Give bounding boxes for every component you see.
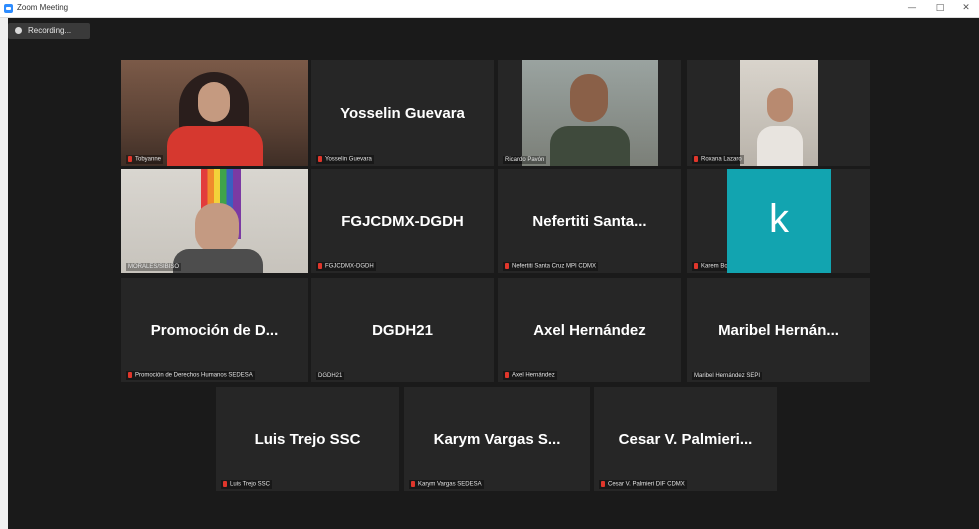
participant-face (195, 203, 239, 253)
participant-face (198, 82, 230, 122)
participant-name-footer: Luis Trejo SSC (221, 480, 273, 489)
mic-muted-icon (505, 372, 509, 379)
participant-name-footer: Karym Vargas SEDESA (409, 480, 484, 489)
participant-name-footer: Yosselin Guevara (316, 155, 374, 164)
participant-clothing (757, 126, 803, 166)
mic-muted-icon (411, 481, 415, 488)
participant-tile[interactable]: Roxana Lazaro (687, 60, 870, 166)
participant-tile[interactable]: Yosselin Guevara Yosselin Guevara (311, 60, 494, 166)
zoom-app-icon (4, 4, 13, 13)
participant-tile[interactable]: Cesar V. Palmieri... Cesar V. Palmieri D… (594, 387, 777, 491)
participant-face (570, 74, 608, 122)
participant-face (767, 88, 793, 122)
recording-label: Recording... (28, 26, 72, 35)
participant-name-footer: Maribel Hernández SEPI (692, 372, 763, 380)
participant-name-footer: Axel Hernández (503, 371, 557, 380)
participant-name-footer: FGJCDMX-DGDH (316, 262, 376, 271)
participant-tile[interactable]: Tobyanne (121, 60, 308, 166)
participant-name-footer: MORALES/SIBISO (126, 263, 182, 271)
mic-muted-icon (128, 156, 132, 163)
participant-tile[interactable]: FGJCDMX-DGDH FGJCDMX-DGDH (311, 169, 494, 273)
participant-tile[interactable]: Maribel Hernán... Maribel Hernández SEPI (687, 278, 870, 382)
mic-muted-icon (318, 156, 322, 163)
participant-name-footer: Tobyanne (126, 155, 164, 164)
participant-display-name: Nefertiti Santa... (532, 212, 647, 230)
participant-name-footer: Roxana Lazaro (692, 155, 744, 164)
participant-display-name: Promoción de D... (150, 321, 279, 339)
participant-tile[interactable]: Axel Hernández Axel Hernández (498, 278, 681, 382)
participant-display-name: Axel Hernández (533, 321, 646, 339)
participant-name-footer: Ricardo Pavón (503, 156, 547, 164)
participant-tile[interactable]: MORALES/SIBISO (121, 169, 308, 273)
record-icon (15, 27, 22, 34)
participant-name-footer: Promoción de Derechos Humanos SEDESA (126, 371, 255, 380)
participant-clothing (167, 126, 263, 166)
participant-display-name: Maribel Hernán... (718, 321, 839, 339)
mic-muted-icon (318, 263, 322, 270)
mic-muted-icon (694, 156, 698, 163)
mic-muted-icon (223, 481, 227, 488)
participant-tile[interactable]: Promoción de D... Promoción de Derechos … (121, 278, 308, 382)
mic-muted-icon (505, 263, 509, 270)
participant-clothing (173, 249, 263, 273)
participant-display-name: Karym Vargas S... (433, 430, 561, 448)
participant-name-footer: Cesar V. Palmieri DIF CDMX (599, 480, 687, 489)
participant-tile[interactable]: DGDH21 DGDH21 (311, 278, 494, 382)
participant-tile[interactable]: Nefertiti Santa... Nefertiti Santa Cruz … (498, 169, 681, 273)
participant-tile[interactable]: Ricardo Pavón (498, 60, 681, 166)
participant-display-name: DGDH21 (372, 321, 433, 339)
participant-name-footer: Nefertiti Santa Cruz MPI CDMX (503, 262, 599, 271)
avatar-initial: k (769, 197, 789, 241)
mic-muted-icon (128, 372, 132, 379)
maximize-icon[interactable]: □ (929, 1, 951, 15)
participant-tile[interactable]: Luis Trejo SSC Luis Trejo SSC (216, 387, 399, 491)
participant-display-name: FGJCDMX-DGDH (341, 212, 464, 230)
mic-muted-icon (694, 263, 698, 270)
close-icon[interactable]: ✕ (955, 1, 977, 15)
window-titlebar: Zoom Meeting — □ ✕ (0, 0, 979, 18)
avatar: k (727, 169, 831, 273)
participant-display-name: Luis Trejo SSC (254, 430, 361, 448)
window-title: Zoom Meeting (17, 3, 69, 12)
participant-tile[interactable]: Karym Vargas S... Karym Vargas SEDESA (404, 387, 590, 491)
participant-clothing (550, 126, 630, 166)
mic-muted-icon (601, 481, 605, 488)
recording-indicator[interactable]: Recording... (8, 23, 90, 39)
participant-display-name: Cesar V. Palmieri... (618, 430, 753, 448)
participant-name-footer: DGDH21 (316, 372, 345, 380)
minimize-icon[interactable]: — (901, 1, 923, 15)
participant-display-name: Yosselin Guevara (340, 104, 465, 122)
